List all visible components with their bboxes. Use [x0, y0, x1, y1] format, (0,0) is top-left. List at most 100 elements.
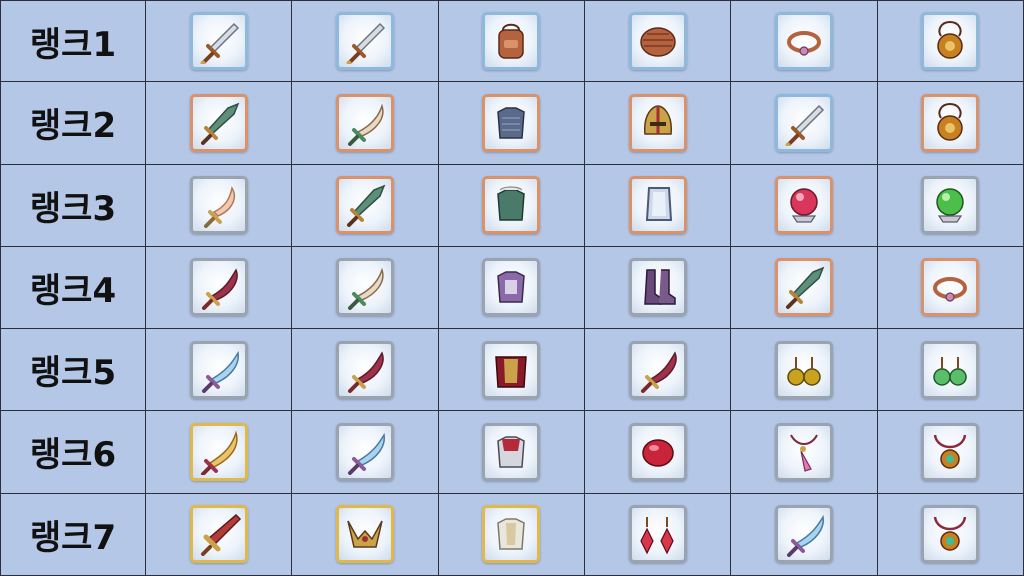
- equipment-cell: [877, 411, 1024, 494]
- equipment-slot[interactable]: [774, 422, 833, 481]
- equipment-cell: [146, 0, 293, 83]
- bracelet-icon: [786, 31, 821, 56]
- equipment-cell: [438, 411, 585, 494]
- equipment-cell: [731, 246, 878, 330]
- equipment-slot[interactable]: [335, 12, 394, 71]
- plate-armor-icon: [497, 186, 526, 221]
- equipment-slot[interactable]: [189, 422, 248, 481]
- equipment-slot[interactable]: [628, 93, 687, 152]
- equipment-cell: [877, 329, 1024, 412]
- rank-label: 랭크6: [29, 435, 117, 476]
- equipment-slot[interactable]: [628, 422, 687, 481]
- spear-sword-icon: [200, 102, 240, 145]
- equipment-cell: [292, 82, 439, 165]
- equipment-cell: [877, 493, 1024, 576]
- sword-icon: [785, 104, 825, 146]
- equipment-slot[interactable]: [335, 93, 394, 152]
- equipment-cell: [438, 493, 585, 576]
- equipment-cell: [731, 82, 878, 165]
- equipment-slot[interactable]: [628, 258, 687, 317]
- curved-dagger-icon: [203, 186, 235, 229]
- equipment-slot[interactable]: [482, 176, 541, 235]
- crimson-blade-icon: [640, 351, 677, 393]
- sword-icon: [200, 23, 239, 65]
- rank-label-cell: 랭크4: [0, 246, 146, 330]
- red-plate-armor-icon: [497, 436, 526, 468]
- equipment-cell: [731, 164, 878, 247]
- feather-necklace-icon: [790, 434, 818, 472]
- scimitar-icon: [347, 268, 384, 311]
- red-orb-icon: [790, 188, 818, 223]
- crimson-blade-icon: [347, 351, 384, 393]
- rank-label: 랭크2: [29, 106, 117, 147]
- green-orb-icon: [936, 188, 965, 223]
- equipment-slot[interactable]: [189, 505, 248, 564]
- equipment-slot[interactable]: [482, 12, 541, 71]
- equipment-cell: [146, 246, 293, 330]
- rank-label-cell: 랭크5: [0, 329, 146, 412]
- equipment-cell: [146, 493, 293, 576]
- equipment-slot[interactable]: [335, 258, 394, 317]
- equipment-cell: [438, 246, 585, 330]
- equipment-slot[interactable]: [774, 176, 833, 235]
- equipment-slot[interactable]: [189, 176, 248, 235]
- equipment-cell: [584, 329, 732, 412]
- equipment-cell: [584, 0, 732, 83]
- equipment-slot[interactable]: [335, 505, 394, 564]
- equipment-cell: [584, 246, 732, 330]
- ice-blade-icon: [786, 515, 824, 558]
- equipment-slot[interactable]: [482, 422, 541, 481]
- purple-armor-icon: [497, 271, 526, 304]
- equipment-slot[interactable]: [335, 176, 394, 235]
- equipment-slot[interactable]: [774, 505, 833, 564]
- equipment-slot[interactable]: [482, 258, 541, 317]
- rank-label: 랭크1: [29, 24, 117, 65]
- equipment-cell: [731, 0, 878, 83]
- equipment-slot[interactable]: [189, 340, 248, 399]
- rank-label-cell: 랭크6: [0, 411, 146, 494]
- equipment-cell: [146, 329, 293, 412]
- equipment-slot[interactable]: [189, 258, 248, 317]
- equipment-slot[interactable]: [774, 258, 833, 317]
- boots-icon: [643, 269, 676, 306]
- white-armor-icon: [497, 518, 526, 550]
- equipment-slot[interactable]: [335, 422, 394, 481]
- equipment-slot[interactable]: [482, 505, 541, 564]
- equipment-slot[interactable]: [628, 176, 687, 235]
- equipment-cell: [146, 411, 293, 494]
- equipment-cell: [146, 82, 293, 165]
- rank-label: 랭크5: [29, 353, 117, 394]
- rank-label-cell: 랭크1: [0, 0, 146, 83]
- equipment-cell: [731, 329, 878, 412]
- equipment-slot[interactable]: [482, 340, 541, 399]
- equipment-slot[interactable]: [921, 258, 980, 317]
- equipment-cell: [292, 246, 439, 330]
- equipment-slot[interactable]: [921, 93, 980, 152]
- equipment-slot[interactable]: [921, 176, 980, 235]
- equipment-slot[interactable]: [774, 340, 833, 399]
- equipment-slot[interactable]: [628, 340, 687, 399]
- equipment-slot[interactable]: [189, 12, 248, 71]
- rank-label-cell: 랭크3: [0, 164, 146, 247]
- equipment-slot[interactable]: [335, 340, 394, 399]
- equipment-cell: [292, 493, 439, 576]
- equipment-slot[interactable]: [774, 12, 833, 71]
- great-sword-icon: [200, 514, 241, 557]
- equipment-slot[interactable]: [628, 505, 687, 564]
- equipment-cell: [438, 329, 585, 412]
- jade-necklace-icon: [934, 434, 967, 469]
- equipment-slot[interactable]: [921, 505, 980, 564]
- equipment-slot[interactable]: [628, 12, 687, 71]
- equipment-cell: [877, 246, 1024, 330]
- sword-icon: [346, 23, 386, 65]
- equipment-slot[interactable]: [921, 12, 980, 71]
- ice-blade-icon: [201, 350, 239, 393]
- equipment-slot[interactable]: [921, 340, 980, 399]
- equipment-slot[interactable]: [189, 93, 248, 152]
- equipment-slot[interactable]: [482, 93, 541, 152]
- equipment-slot[interactable]: [921, 422, 980, 481]
- equipment-slot[interactable]: [774, 93, 833, 152]
- gold-earrings-icon: [787, 356, 821, 386]
- equipment-cell: [292, 0, 439, 83]
- red-gem-icon: [641, 439, 674, 467]
